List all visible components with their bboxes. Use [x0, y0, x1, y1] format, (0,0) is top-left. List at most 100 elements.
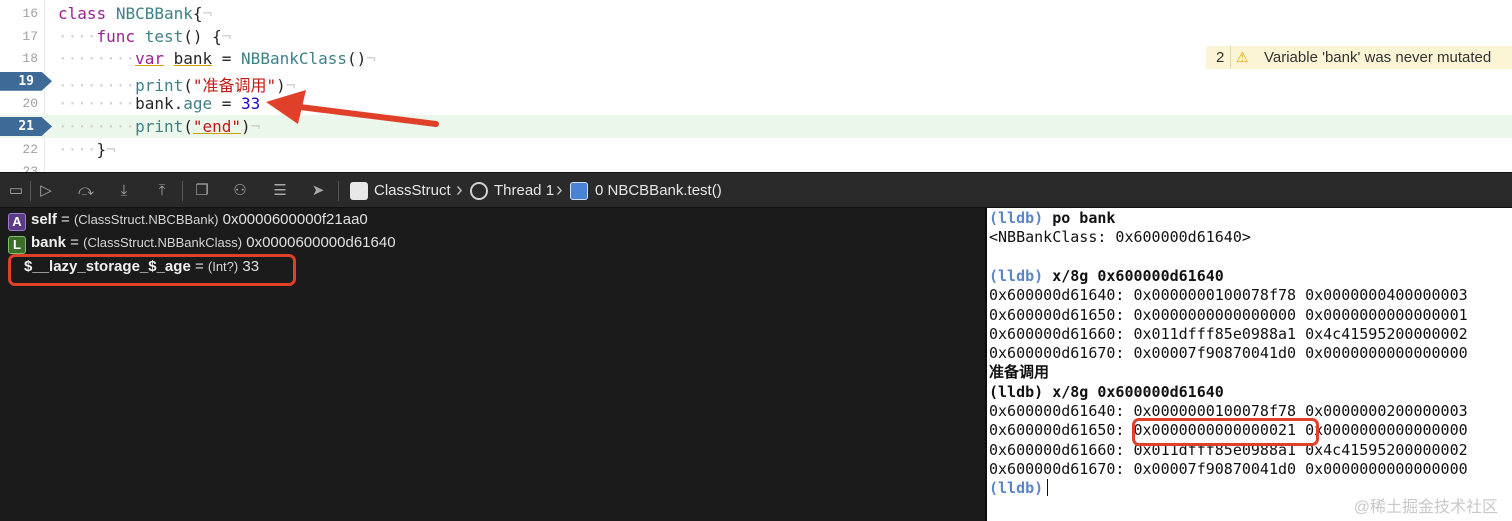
code-line[interactable]: 17 ····func test() {¬	[0, 25, 1512, 48]
code-token: func	[96, 26, 136, 46]
code-token: var	[135, 49, 164, 69]
code-line[interactable]: 20 ········bank.age = 33	[0, 92, 1512, 115]
console-line: (lldb) x/8g 0x600000d61640	[989, 267, 1224, 286]
code-line[interactable]: 19 ········print("准备调用")¬	[0, 70, 1512, 95]
variable-equals: =	[56, 211, 74, 228]
variable-row-self[interactable]: Aself = (ClassStruct.NBCBBank) 0x0000600…	[8, 211, 368, 233]
view-hierarchy-icon[interactable]: ❐	[192, 181, 212, 201]
console-line: (lldb) x/8g 0x600000d61640	[989, 383, 1224, 402]
console-output-text: 0x600000d61640: 0x0000000100078f78 0x000…	[989, 286, 1468, 305]
code-token: ()	[347, 49, 367, 69]
step-out-icon[interactable]: ⤒	[152, 181, 172, 201]
code-token: () {	[183, 26, 222, 46]
variable-value: 0x0000600000f21aa0	[218, 211, 368, 228]
code-token: ········	[58, 94, 136, 114]
breadcrumb-app[interactable]: ClassStruct	[374, 182, 451, 199]
code-text: ········var bank = NBBankClass()¬	[58, 49, 376, 68]
code-token: {	[192, 4, 203, 23]
location-icon[interactable]: ➤	[308, 181, 328, 201]
console-output-text: 准备调用	[989, 363, 1050, 382]
code-token: test	[144, 26, 184, 46]
warning-divider	[1230, 46, 1231, 69]
environment-overrides-icon[interactable]: ☰	[270, 181, 290, 201]
line-number: 21	[18, 119, 34, 134]
code-token: age	[183, 94, 213, 114]
code-line[interactable]: 16 class NBCBBank{¬	[0, 2, 1512, 25]
code-token: "end"	[192, 117, 242, 136]
console-line: 准备调用	[989, 363, 1049, 382]
text-cursor[interactable]	[1047, 479, 1049, 497]
step-into-icon[interactable]: ⤓	[114, 181, 134, 201]
code-token: =	[212, 49, 242, 69]
toolbar-divider	[338, 181, 339, 201]
line-number: 18	[22, 51, 38, 67]
breakpoint-marker[interactable]: 21	[0, 117, 52, 136]
code-token: bank	[173, 49, 213, 69]
step-over-icon[interactable]: ⤼	[76, 181, 96, 201]
code-token: ¬	[250, 117, 261, 136]
code-token: NBCBBank	[115, 4, 193, 23]
chevron-right-icon: ›	[456, 179, 463, 201]
variable-row-bank[interactable]: Lbank = (ClassStruct.NBBankClass) 0x0000…	[8, 234, 396, 256]
app-icon	[350, 182, 368, 200]
line-number: 17	[22, 28, 38, 44]
code-token: print	[135, 117, 184, 136]
thread-icon	[470, 182, 488, 200]
warning-count: 2	[1216, 49, 1225, 66]
line-number: 23	[22, 164, 38, 172]
code-line[interactable]: 23	[0, 160, 1512, 172]
annotation-highlight-box	[1132, 418, 1319, 446]
breadcrumb-thread[interactable]: Thread 1	[494, 182, 554, 199]
variable-type: (ClassStruct.NBBankClass)	[83, 235, 243, 250]
console-line: 0x600000d61640: 0x0000000100078f78 0x000…	[989, 286, 1468, 305]
line-number: 22	[22, 141, 38, 157]
variable-type: (ClassStruct.NBCBBank)	[73, 212, 219, 227]
lldb-console[interactable]: (lldb) po bank <NBBankClass: 0x600000d616…	[987, 208, 1512, 521]
code-text: ········bank.age = 33	[58, 94, 260, 113]
local-badge: L	[8, 236, 26, 254]
code-token: class	[58, 4, 107, 23]
code-text: ····}¬	[58, 140, 116, 159]
memory-graph-icon[interactable]: ⚇	[230, 181, 250, 201]
console-line: 0x600000d61670: 0x00007f90870041d0 0x000…	[989, 344, 1468, 363]
argument-badge: A	[8, 213, 26, 231]
chevron-right-icon: ›	[556, 179, 563, 201]
line-number: 16	[22, 6, 38, 21]
code-line[interactable]: 21 ········print("end")¬	[0, 115, 1512, 138]
code-token: (	[183, 117, 193, 136]
annotation-highlight-box	[8, 254, 296, 286]
toolbar-divider	[30, 181, 31, 201]
code-line[interactable]: 22 ····}¬	[0, 138, 1512, 161]
lldb-command: x/8g 0x600000d61640	[1043, 382, 1224, 401]
console-output-text: 0x600000d61660: 0x011dfff85e0988a1 0x4c4…	[989, 324, 1468, 343]
warning-banner[interactable]: 2 ⚠ Variable 'bank' was never mutated	[1206, 46, 1512, 69]
console-line: <NBBankClass: 0x600000d61640>	[989, 228, 1251, 247]
code-token: ¬	[221, 26, 232, 46]
console-output-text: 0x600000d61650: 0x0000000000000000 0x000…	[989, 305, 1468, 324]
breadcrumb-frame[interactable]: 0 NBCBBank.test()	[595, 182, 722, 199]
lldb-command: po bank	[1043, 209, 1116, 227]
warning-triangle-icon: ⚠	[1236, 49, 1249, 65]
source-editor[interactable]: 16 class NBCBBank{¬ 17 ····func test() {¬ 18…	[0, 0, 1512, 172]
code-token: ········	[58, 49, 136, 69]
variable-value: 0x0000600000d61640	[242, 234, 396, 251]
code-token: bank	[135, 94, 174, 114]
frame-icon	[570, 182, 588, 200]
code-token: ¬	[202, 4, 213, 23]
continue-icon[interactable]: ▷	[36, 181, 56, 201]
console-output-text: <NBBankClass: 0x600000d61640>	[989, 228, 1251, 247]
lldb-prompt: (lldb)	[989, 382, 1044, 401]
code-token: }	[96, 139, 107, 159]
console-line: (lldb) po bank	[989, 209, 1115, 228]
console-output-text: 0x600000d61670: 0x00007f90870041d0 0x000…	[989, 344, 1468, 363]
breakpoint-marker[interactable]: 19	[0, 71, 52, 91]
console-line: 0x600000d61650: 0x0000000000000000 0x000…	[989, 306, 1468, 325]
console-line: (lldb)	[989, 479, 1049, 498]
variables-view[interactable]: Aself = (ClassStruct.NBCBBank) 0x0000600…	[0, 208, 985, 521]
code-text: class NBCBBank{¬	[58, 4, 212, 23]
code-token: ····	[58, 139, 97, 159]
console-toggle-icon[interactable]: ▭	[6, 181, 26, 201]
